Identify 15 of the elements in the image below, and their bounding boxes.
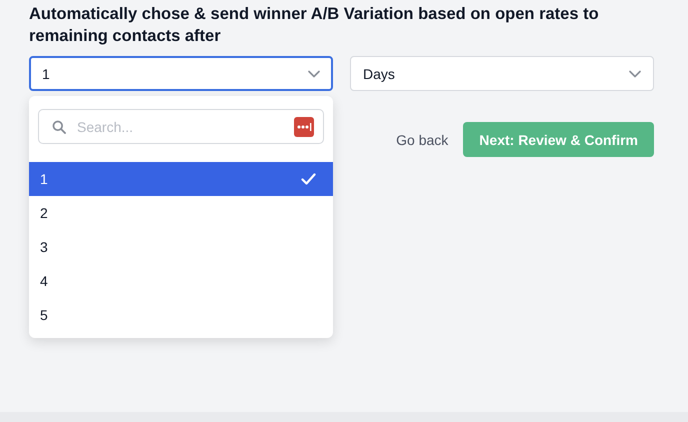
dropdown-option[interactable]: 1	[29, 162, 333, 196]
chevron-down-icon	[308, 70, 320, 78]
dropdown-option[interactable]: 3	[29, 230, 333, 264]
chevron-down-icon	[629, 70, 641, 78]
checkmark-icon	[301, 173, 316, 185]
search-icon	[52, 120, 66, 134]
dropdown-option[interactable]: 5	[29, 298, 333, 332]
heading: Automatically chose & send winner A/B Variation based on open rates to remaining contacts after	[29, 4, 600, 47]
amount-select[interactable]: 1	[29, 56, 333, 91]
search-field[interactable]: Search...	[38, 109, 324, 144]
unit-select[interactable]: Days	[350, 56, 654, 91]
dropdown-option[interactable]: 4	[29, 264, 333, 298]
password-manager-icon[interactable]	[294, 117, 314, 137]
go-back-button[interactable]: Go back	[396, 132, 448, 148]
dropdown-option[interactable]: 2	[29, 196, 333, 230]
